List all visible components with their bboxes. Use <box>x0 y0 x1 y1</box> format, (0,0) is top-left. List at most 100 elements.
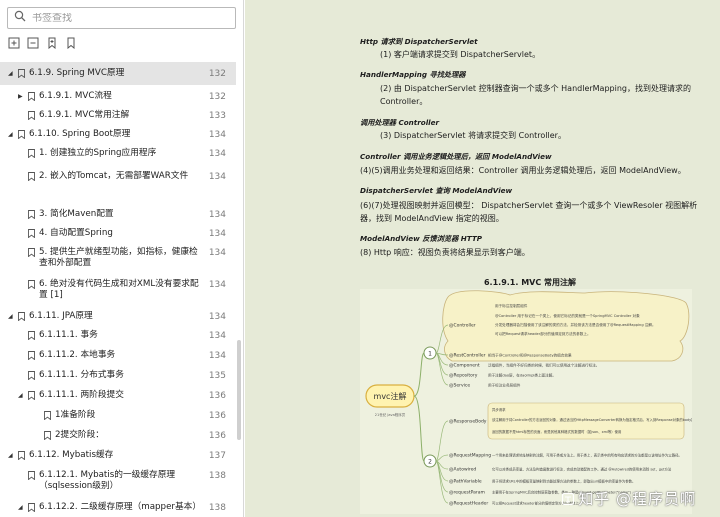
zhihu-logo-icon <box>562 491 575 506</box>
bookmark-label: 6.1.11.1. 事务 <box>39 330 98 340</box>
mindmap-note: 用于标注控制层组件 <box>495 303 528 308</box>
bookmark-item[interactable]: 6.1.9.1. MVC常用注解 133 <box>0 104 236 123</box>
bookmark-search-box[interactable] <box>7 7 236 29</box>
bookmark-item[interactable]: 6.1.11.1. 分布式事务 135 <box>0 364 236 384</box>
bookmark-item[interactable]: ◢ 6.1.9. Spring MVC原理 132 <box>0 62 236 85</box>
bookmark-label: 6.1.12.2. 二级缓存原理（mapper基本） <box>39 502 202 512</box>
bookmark-page-number: 134 <box>208 229 226 239</box>
collapse-arrow-icon[interactable]: ◢ <box>8 313 15 320</box>
bookmark-label: 6.1.12. Mybatis缓存 <box>29 450 114 460</box>
mindmap-note: 异步请求 <box>492 407 506 412</box>
mindmap-tag-label: @ResponseBody <box>449 419 487 425</box>
mindmap-tag-label: @Autowired <box>449 467 476 473</box>
mindmap-note: 用于注解dao层，在daoImpl类上面注解。 <box>488 373 556 378</box>
sidebar-scrollbar[interactable] <box>237 340 241 440</box>
bookmark-icon <box>28 210 35 220</box>
bookmark-item[interactable]: 6. 绝对没有代码生成和对XML没有要求配置 [1] 134 <box>0 273 236 305</box>
bookmark-icon <box>28 391 35 401</box>
bookmark-item[interactable]: 4. 自动配置Spring 134 <box>0 222 236 241</box>
bookmark-label: 6.1.9.1. MVC常用注解 <box>39 110 130 120</box>
bookmark-item[interactable]: ◢ 6.1.11.1. 两阶段提交 136 <box>0 384 236 404</box>
section-heading: 调用处理器 Controller <box>360 118 440 127</box>
mindmap-tag-label: @requestParam <box>449 490 485 496</box>
mindmap-hub-label: 2 <box>428 459 432 466</box>
bookmark-icon <box>28 280 35 290</box>
section-heading: HandlerMapping 寻找处理器 <box>360 70 466 79</box>
bookmark-item[interactable]: 3. 简化Maven配置 134 <box>0 203 236 222</box>
collapse-arrow-icon[interactable]: ◢ <box>18 392 25 399</box>
bookmark-label: 6.1.11. JPA原理 <box>29 311 93 321</box>
bookmark-item[interactable]: ◢ 6.1.12.2. 二级缓存原理（mapper基本） 138 <box>0 496 236 517</box>
bookmark-page-number: 134 <box>208 149 226 159</box>
mindmap-note: 它可以对类成员变量、方法及构造函数进行标注，完成自动装配的工作。通过 @Auto… <box>492 467 672 472</box>
mindmap-tag-label: @RestController <box>449 353 486 359</box>
bookmark-item[interactable]: 1准备阶段 136 <box>0 404 236 424</box>
bookmark-tree: ◢ 6.1.9. Spring MVC原理 132 ▶ 6.1.9.1. MVC流程 13… <box>0 62 236 517</box>
mindmap-note: 返回的数据不是html标签的页面，而是其他某种格式的数据时（如json、xml等… <box>492 429 621 434</box>
bookmark-page-number: 134 <box>208 280 226 290</box>
bookmark-sidebar: ◢ 6.1.9. Spring MVC原理 132 ▶ 6.1.9.1. MVC流程 13… <box>0 0 244 517</box>
bookmark-label: 6.1.11.2. 本地事务 <box>39 350 116 360</box>
mindmap-tag-label: @Controller <box>449 323 476 329</box>
mindmap-note: @Controller 用于标记在一个类上，使用它标记的类就是一个SpringM… <box>495 313 640 318</box>
bookmark-item[interactable]: 2. 嵌入的Tomcat，无需部署WAR文件 134 <box>0 165 236 203</box>
figure-caption: 6.1.9.1. MVC 常用注解 <box>483 278 576 287</box>
bookmark-item[interactable]: ◢ 6.1.10. Spring Boot原理 134 <box>0 123 236 142</box>
add-bookmark-icon[interactable] <box>46 37 58 49</box>
bookmark-page-number: 137 <box>208 451 226 461</box>
bookmark-icon <box>18 312 25 322</box>
bookmark-page-number: 136 <box>208 391 226 401</box>
bookmark-page-number: 132 <box>208 92 226 102</box>
bookmark-page-number: 138 <box>208 471 226 481</box>
bookmark-page-number: 134 <box>208 312 226 322</box>
bookmark-icon <box>28 111 35 121</box>
bookmark-label: 6.1.9. Spring MVC原理 <box>29 68 125 78</box>
bookmark-item[interactable]: ◢ 6.1.12. Mybatis缓存 137 <box>0 444 236 464</box>
section-heading: ModelAndView 反馈浏览器 HTTP <box>360 234 483 243</box>
collapse-all-icon[interactable] <box>27 37 39 49</box>
bookmark-toolbar <box>8 37 77 51</box>
bookmark-item[interactable]: 1. 创建独立的Spring应用程序 134 <box>0 142 236 165</box>
bookmark-page-number: 133 <box>208 111 226 121</box>
mindmap-tag-label: @RequestMapping <box>449 453 491 459</box>
bookmark-icon <box>28 229 35 239</box>
expand-all-icon[interactable] <box>8 37 20 49</box>
collapse-arrow-icon[interactable]: ◢ <box>8 452 15 459</box>
bookmark-label: 6.1.12.1. Mybatis的一级缓存原理（sqlsession级别） <box>39 470 176 491</box>
collapse-arrow-icon[interactable]: ◢ <box>8 70 15 77</box>
bookmark-icon <box>18 69 25 79</box>
mindmap-connector <box>413 395 425 462</box>
collapse-arrow-icon[interactable]: ◢ <box>8 131 15 138</box>
bookmark-item[interactable]: 2提交阶段： 136 <box>0 424 236 444</box>
bookmark-page-number: 134 <box>208 331 226 341</box>
mindmap-note: 用于标注业务层组件 <box>488 383 521 388</box>
bookmark-item[interactable]: 6.1.12.1. Mybatis的一级缓存原理（sqlsession级别） 13… <box>0 464 236 496</box>
section-heading: DispatcherServlet 查询 ModelAndView <box>360 186 513 195</box>
bookmark-item[interactable]: 6.1.11.2. 本地事务 134 <box>0 344 236 364</box>
section-body: (2) 由 DispatcherServlet 控制器查询一个或多个 Handl… <box>380 84 691 106</box>
section-body: (8) Http 响应：视图负责将结果显示到客户端。 <box>360 248 530 257</box>
bookmark-item[interactable]: 6.1.11.1. 事务 134 <box>0 324 236 344</box>
bookmark-label: 6.1.11.1. 两阶段提交 <box>39 390 124 400</box>
bookmark-item[interactable]: 5. 提供生产就绪型功能，如指标，健康检查和外部配置 134 <box>0 241 236 273</box>
bookmark-label: 6. 绝对没有代码生成和对XML没有要求配置 [1] <box>39 279 199 300</box>
expand-arrow-icon[interactable]: ▶ <box>18 93 25 100</box>
bookmark-item[interactable]: ◢ 6.1.11. JPA原理 134 <box>0 305 236 324</box>
section-heading: Http 请求到 DispatcherServlet <box>360 37 478 46</box>
section-body: (1) 客户端请求提交到 DispatcherServlet。 <box>380 50 541 59</box>
mindmap-connector <box>413 352 425 397</box>
bookmark-item[interactable]: ▶ 6.1.9.1. MVC流程 132 <box>0 85 236 104</box>
bookmark-search-input[interactable] <box>32 12 222 24</box>
bookmark-icon[interactable] <box>65 37 77 49</box>
bookmark-page-number: 136 <box>208 431 226 441</box>
mindmap-note: 泛指组件，当组件不好归类的时候，我们可以使用这个注解进行标注。 <box>488 363 599 368</box>
bookmark-label: 6.1.10. Spring Boot原理 <box>29 129 131 139</box>
search-icon <box>14 9 26 27</box>
mindmap-note: 相当于@Controller和@ResponseBody的组合效果 <box>488 353 572 358</box>
watermark: 知乎 @程序员啊 <box>562 488 696 509</box>
bookmark-page-number: 134 <box>208 248 226 258</box>
mindmap-tag-label: @Repository <box>449 373 478 379</box>
bookmark-icon <box>18 451 25 461</box>
collapse-arrow-icon[interactable]: ◢ <box>18 504 25 511</box>
mindmap-root-label: mvc注解 <box>374 391 407 401</box>
